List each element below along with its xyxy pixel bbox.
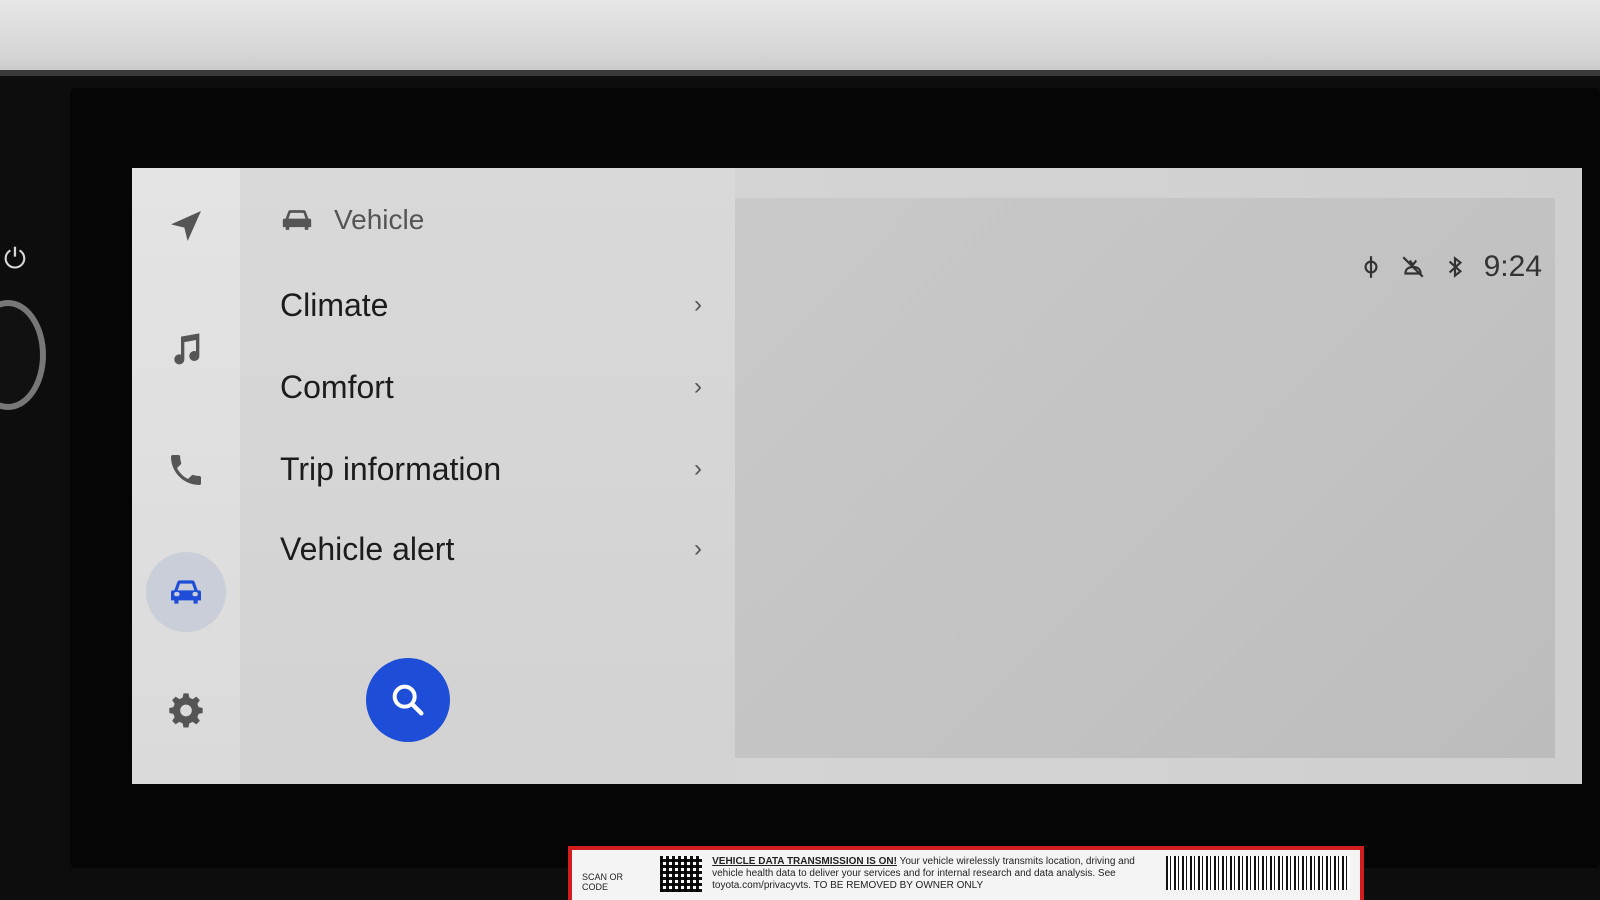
voice-off-icon	[1402, 256, 1424, 278]
chevron-right-icon: ›	[694, 535, 702, 562]
clock: 9:24	[1483, 250, 1542, 283]
power-icon[interactable]: ⏻	[0, 244, 30, 274]
car-icon	[171, 580, 201, 604]
chevron-right-icon: ›	[694, 291, 702, 318]
chevron-right-icon: ›	[694, 455, 702, 482]
panel-header: Vehicle	[280, 198, 424, 242]
vehicle-menu-panel: Vehicle Climate › Comfort › Trip informa…	[240, 168, 735, 784]
menu-item-label: Vehicle alert	[280, 530, 455, 567]
data-transmission-sticker: SCAN OR CODE VEHICLE DATA TRANSMISSION I…	[568, 846, 1364, 900]
bluetooth-icon	[1448, 256, 1462, 278]
rail-item-settings[interactable]	[146, 670, 226, 750]
menu-item-comfort[interactable]: Comfort ›	[280, 352, 710, 422]
menu-item-vehicle-alert[interactable]: Vehicle alert ›	[280, 514, 710, 584]
menu-item-label: Climate	[280, 286, 389, 323]
rail-item-media[interactable]	[146, 310, 226, 390]
chevron-right-icon: ›	[694, 373, 702, 400]
music-note-icon	[174, 333, 200, 365]
search-button[interactable]	[366, 658, 450, 742]
nav-rail	[132, 168, 240, 784]
rail-item-phone[interactable]	[146, 430, 226, 510]
gear-icon	[169, 693, 203, 728]
infotainment-screen: Vehicle Climate › Comfort › Trip informa…	[132, 168, 1582, 784]
barcode	[1166, 856, 1350, 890]
menu-item-label: Comfort	[280, 368, 394, 405]
status-bar: 9:24	[1358, 250, 1542, 284]
menu-item-label: Trip information	[280, 450, 502, 487]
panel-title: Vehicle	[334, 204, 425, 235]
car-icon	[282, 210, 312, 230]
sticker-heading: VEHICLE DATA TRANSMISSION IS ON!	[712, 856, 897, 867]
rail-item-vehicle[interactable]	[146, 552, 226, 632]
navigation-arrow-icon	[171, 211, 201, 241]
rail-item-navigation[interactable]	[146, 186, 226, 266]
wireless-charging-icon	[1364, 256, 1378, 278]
sticker-text: VEHICLE DATA TRANSMISSION IS ON! Your ve…	[712, 856, 1156, 892]
menu-item-trip-information[interactable]: Trip information ›	[280, 434, 710, 504]
sticker-scan-label: SCAN OR CODE	[582, 872, 624, 892]
menu-item-climate[interactable]: Climate ›	[280, 270, 710, 340]
search-icon	[392, 684, 424, 716]
qr-code	[659, 856, 703, 892]
sticker-footer: TO BE REMOVED BY OWNER ONLY	[813, 880, 984, 891]
phone-icon	[171, 455, 201, 485]
